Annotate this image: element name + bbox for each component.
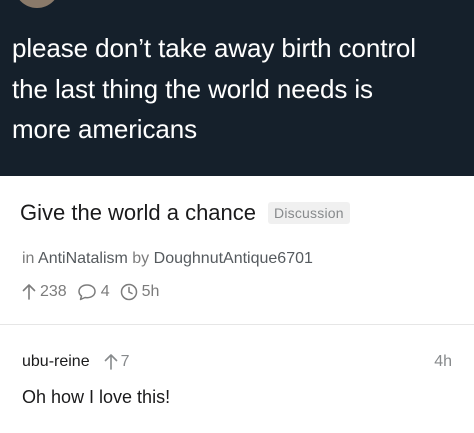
comment-author[interactable]: ubu-reine <box>22 353 90 371</box>
post-age: 5h <box>141 283 160 300</box>
post-title-row: Give the world a chance Discussion <box>20 200 350 226</box>
comment-body: Oh how I love this! <box>22 387 171 407</box>
comment-count: 4 <box>100 283 110 300</box>
upvote-stat[interactable]: 238 <box>22 283 67 301</box>
comment-votes[interactable]: 7 <box>104 353 130 371</box>
post-card[interactable]: Give the world a chance Discussion in An… <box>0 176 474 324</box>
tweet-line: please don’t take away birth control <box>12 33 416 63</box>
subreddit-link[interactable]: AntiNatalism <box>38 250 128 267</box>
clock-icon <box>120 283 137 301</box>
author-link[interactable]: DoughnutAntique6701 <box>154 250 313 267</box>
comment-vote-count: 7 <box>120 353 130 370</box>
avatar <box>14 0 60 8</box>
post-stats: 238 4 5h <box>22 283 169 301</box>
flair-badge[interactable]: Discussion <box>268 202 350 224</box>
arrow-up-icon <box>104 354 117 370</box>
age-stat: 5h <box>120 283 160 301</box>
comment-stat[interactable]: 4 <box>77 283 110 301</box>
arrow-up-icon <box>22 284 36 300</box>
meta-in-label: in <box>22 250 35 267</box>
comment-bubble-icon <box>77 284 96 301</box>
tweet-text: please don’t take away birth control the… <box>12 28 468 150</box>
tweet-line: the last thing the world needs is <box>12 73 373 104</box>
upvote-count: 238 <box>40 283 67 300</box>
tweet-line: more americans <box>12 114 197 144</box>
comment-header: ubu-reine 7 <box>22 353 130 371</box>
tweet-screenshot: please don’t take away birth control the… <box>0 0 474 176</box>
comment-time: 4h <box>434 353 452 370</box>
post-meta: in AntiNatalism by DoughnutAntique6701 <box>22 250 313 268</box>
comment[interactable]: ubu-reine 7 4h Oh how I love this! <box>0 325 474 433</box>
meta-by-label: by <box>132 250 150 267</box>
post-title[interactable]: Give the world a chance <box>20 200 256 226</box>
